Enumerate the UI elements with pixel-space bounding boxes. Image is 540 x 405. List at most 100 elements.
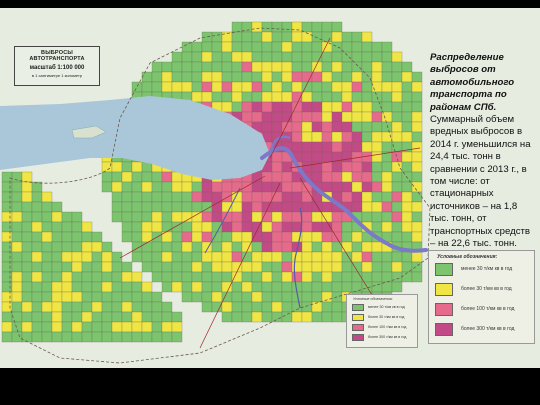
grid-cell: [101, 331, 113, 343]
grid-cell: [391, 281, 403, 293]
grid-cell: [381, 211, 393, 223]
grid-cell: [371, 141, 383, 153]
grid-cell: [411, 161, 423, 173]
grid-cell: [331, 221, 343, 233]
grid-cell: [191, 251, 203, 263]
grid-cell: [181, 261, 193, 273]
grid-cell: [121, 161, 133, 173]
grid-cell: [391, 81, 403, 93]
grid-cell: [221, 71, 233, 83]
grid-cell: [201, 281, 213, 293]
grid-cell: [131, 331, 143, 343]
grid-cell: [171, 191, 183, 203]
grid-cell: [281, 191, 293, 203]
grid-cell: [321, 301, 333, 313]
grid-cell: [161, 331, 173, 343]
map-title-box: ВЫБРОСЫ АВТОТРАНСПОРТА масштаб 1:100 000…: [14, 46, 100, 86]
grid-cell: [201, 51, 213, 63]
grid-cell: [381, 221, 393, 233]
grid-cell: [311, 121, 323, 133]
grid-cell: [41, 291, 53, 303]
grid-cell: [211, 71, 223, 83]
grid-cell: [211, 191, 223, 203]
slide: ВЫБРОСЫ АВТОТРАНСПОРТА масштаб 1:100 000…: [0, 0, 540, 405]
grid-cell: [411, 221, 423, 233]
grid-cell: [281, 21, 293, 33]
grid-cell: [401, 61, 413, 73]
grid-cell: [161, 251, 173, 263]
grid-cell: [201, 81, 213, 93]
grid-cell: [271, 181, 283, 193]
grid-cell: [271, 61, 283, 73]
grid-cell: [311, 81, 323, 93]
grid-cell: [151, 191, 163, 203]
grid-cell: [101, 261, 113, 273]
grid-cell: [71, 281, 83, 293]
grid-cell: [211, 291, 223, 303]
grid-cell: [41, 271, 53, 283]
grid-cell: [391, 251, 403, 263]
grid-cell: [71, 251, 83, 263]
grid-cell: [271, 311, 283, 323]
grid-cell: [211, 251, 223, 263]
grid-cell: [281, 181, 293, 193]
grid-cell: [251, 271, 263, 283]
grid-cell: [381, 141, 393, 153]
grid-cell: [311, 151, 323, 163]
grid-cell: [21, 271, 33, 283]
grid-cell: [1, 241, 13, 253]
grid-cell: [381, 161, 393, 173]
grid-cell: [251, 91, 263, 103]
grid-cell: [231, 241, 243, 253]
grid-cell: [91, 261, 103, 273]
grid-cell: [111, 171, 123, 183]
grid-cell: [321, 271, 333, 283]
grid-cell: [331, 81, 343, 93]
grid-cell: [131, 81, 143, 93]
grid-cell: [281, 71, 293, 83]
grid-cell: [241, 81, 253, 93]
grid-cell: [211, 51, 223, 63]
grid-cell: [131, 301, 143, 313]
grid-cell: [171, 261, 183, 273]
grid-cell: [331, 271, 343, 283]
grid-cell: [201, 31, 213, 43]
grid-cell: [1, 181, 13, 193]
grid-cell: [391, 201, 403, 213]
grid-cell: [221, 261, 233, 273]
grid-cell: [271, 261, 283, 273]
grid-cell: [211, 61, 223, 73]
grid-cell: [51, 301, 63, 313]
grid-cell: [211, 301, 223, 313]
grid-cell: [151, 211, 163, 223]
grid-cell: [151, 251, 163, 263]
grid-cell: [121, 301, 133, 313]
grid-cell: [51, 271, 63, 283]
grid-cell: [61, 291, 73, 303]
grid-cell: [241, 41, 253, 53]
grid-cell: [301, 211, 313, 223]
grid-cell: [181, 241, 193, 253]
grid-cell: [321, 231, 333, 243]
grid-cell: [291, 311, 303, 323]
grid-cell: [191, 81, 203, 93]
grid-cell: [141, 291, 153, 303]
grid-cell: [101, 281, 113, 293]
grid-cell: [31, 271, 43, 283]
grid-cell: [221, 231, 233, 243]
legend-swatch: [352, 314, 364, 321]
grid-cell: [121, 281, 133, 293]
grid-cell: [341, 151, 353, 163]
grid-cell: [251, 181, 263, 193]
grid-cell: [171, 321, 183, 333]
grid-cell: [11, 271, 23, 283]
grid-cell: [361, 141, 373, 153]
grid-cell: [141, 251, 153, 263]
grid-cell: [201, 91, 213, 103]
grid-cell: [401, 101, 413, 113]
grid-cell: [211, 271, 223, 283]
legend-label: менее 30 т/км кв в год: [461, 266, 513, 272]
grid-cell: [341, 171, 353, 183]
grid-cell: [111, 281, 123, 293]
grid-cell: [401, 211, 413, 223]
